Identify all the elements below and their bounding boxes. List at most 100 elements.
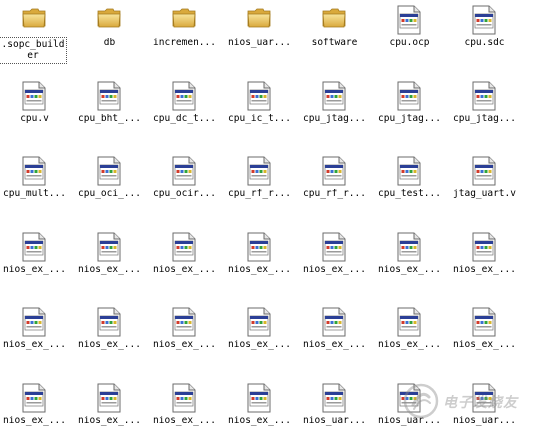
file-item[interactable]: nios_ex_... [447,302,522,372]
file-item[interactable]: nios_ex_... [222,227,297,297]
file-name-label: nios_ex_... [153,415,216,426]
file-item[interactable]: nios_ex_... [297,227,372,297]
file-name-label: nios_ex_... [78,340,141,350]
file-name-label: cpu_ic_t... [228,113,291,124]
file-name-label: cpu.ocp [389,38,430,48]
file-name-label: software [311,38,358,48]
file-item[interactable]: cpu_ocir... [147,151,222,221]
document-icon [246,81,272,111]
file-item[interactable]: cpu_mult... [0,151,72,221]
document-icon [96,81,122,111]
file-item[interactable]: nios_ex_... [147,227,222,297]
document-icon [96,232,122,262]
document-icon [396,81,422,111]
folder-icon [321,5,347,35]
file-item[interactable]: nios_uar... [297,378,372,448]
watermark-logo-icon [403,383,439,419]
file-item[interactable]: nios_ex_... [72,302,147,372]
file-item[interactable]: nios_ex_... [222,302,297,372]
file-item[interactable]: cpu_jtag... [447,76,522,146]
file-item[interactable]: nios_ex_... [447,227,522,297]
folder-icon [246,5,272,35]
folder-item[interactable]: db [72,0,147,70]
file-item[interactable]: nios_ex_... [72,227,147,297]
document-icon [96,307,122,337]
file-name-label: nios_ex_... [78,415,141,426]
file-name-label: cpu_rf_r... [303,189,366,199]
file-item[interactable]: cpu_dc_t... [147,76,222,146]
folder-item[interactable]: nios_uar... [222,0,297,70]
document-icon [21,156,47,186]
file-name-label: jtag_uart.v [453,189,516,199]
file-name-label: nios_ex_... [453,340,516,350]
file-name-label: nios_ex_... [228,340,291,350]
file-name-label: nios_ex_... [228,415,291,426]
folder-item[interactable]: incremen... [147,0,222,70]
document-icon [321,81,347,111]
file-item[interactable]: cpu_ic_t... [222,76,297,146]
document-icon [471,232,497,262]
document-icon [21,232,47,262]
file-item[interactable]: nios_ex_... [372,227,447,297]
file-name-label: nios_ex_... [378,264,441,275]
file-item[interactable]: cpu_bht_... [72,76,147,146]
file-item[interactable]: nios_ex_... [72,378,147,448]
file-item[interactable]: cpu_jtag... [297,76,372,146]
file-item[interactable]: jtag_uart.v [447,151,522,221]
folder-icon [171,5,197,35]
file-item[interactable]: nios_ex_... [222,378,297,448]
file-item[interactable]: cpu.v [0,76,72,146]
file-name-label: nios_ex_... [303,264,366,275]
file-item[interactable]: nios_ex_... [372,302,447,372]
document-icon [471,156,497,186]
document-icon [171,81,197,111]
file-name-label: cpu_jtag... [453,113,516,124]
document-icon [246,383,272,413]
document-icon [21,81,47,111]
file-item[interactable]: nios_ex_... [0,302,72,372]
file-item[interactable]: nios_ex_... [147,378,222,448]
document-icon [471,307,497,337]
file-item[interactable]: cpu_rf_r... [297,151,372,221]
file-name-label: cpu_mult... [3,189,66,199]
file-name-label: cpu_jtag... [378,113,441,124]
file-item[interactable]: cpu_test... [372,151,447,221]
watermark-text: 电子发烧友 [443,395,518,411]
file-item[interactable]: nios_ex_... [297,302,372,372]
file-name-label: nios_ex_... [153,340,216,350]
document-icon [471,5,497,35]
file-item[interactable]: cpu_jtag... [372,76,447,146]
document-icon [246,156,272,186]
file-name-label: nios_ex_... [453,264,516,275]
document-icon [246,232,272,262]
file-name-label: cpu_dc_t... [153,113,216,124]
document-icon [396,5,422,35]
folder-item[interactable]: software [297,0,372,70]
file-item[interactable]: cpu.sdc [447,0,522,70]
file-item[interactable]: cpu_rf_r... [222,151,297,221]
folder-icon [96,5,122,35]
document-icon [321,156,347,186]
folder-item[interactable]: .sopc_builder [0,0,72,70]
file-item[interactable]: nios_ex_... [0,227,72,297]
document-icon [396,156,422,186]
file-item[interactable]: cpu_oci_... [72,151,147,221]
document-icon [96,156,122,186]
document-icon [246,307,272,337]
watermark: 电子发烧友 [403,381,553,421]
file-item[interactable]: cpu.ocp [372,0,447,70]
file-name-label: nios_ex_... [153,264,216,275]
document-icon [171,156,197,186]
file-name-label: cpu_ocir... [153,189,216,199]
file-name-label: nios_ex_... [378,340,441,350]
file-item[interactable]: nios_ex_... [0,378,72,448]
file-name-label: nios_ex_... [3,415,66,426]
file-item[interactable]: nios_ex_... [147,302,222,372]
document-icon [396,232,422,262]
file-name-label: nios_ex_... [3,264,66,275]
document-icon [171,383,197,413]
file-name-label: nios_ex_... [228,264,291,275]
document-icon [171,232,197,262]
document-icon [321,383,347,413]
file-name-label: cpu_jtag... [303,113,366,124]
